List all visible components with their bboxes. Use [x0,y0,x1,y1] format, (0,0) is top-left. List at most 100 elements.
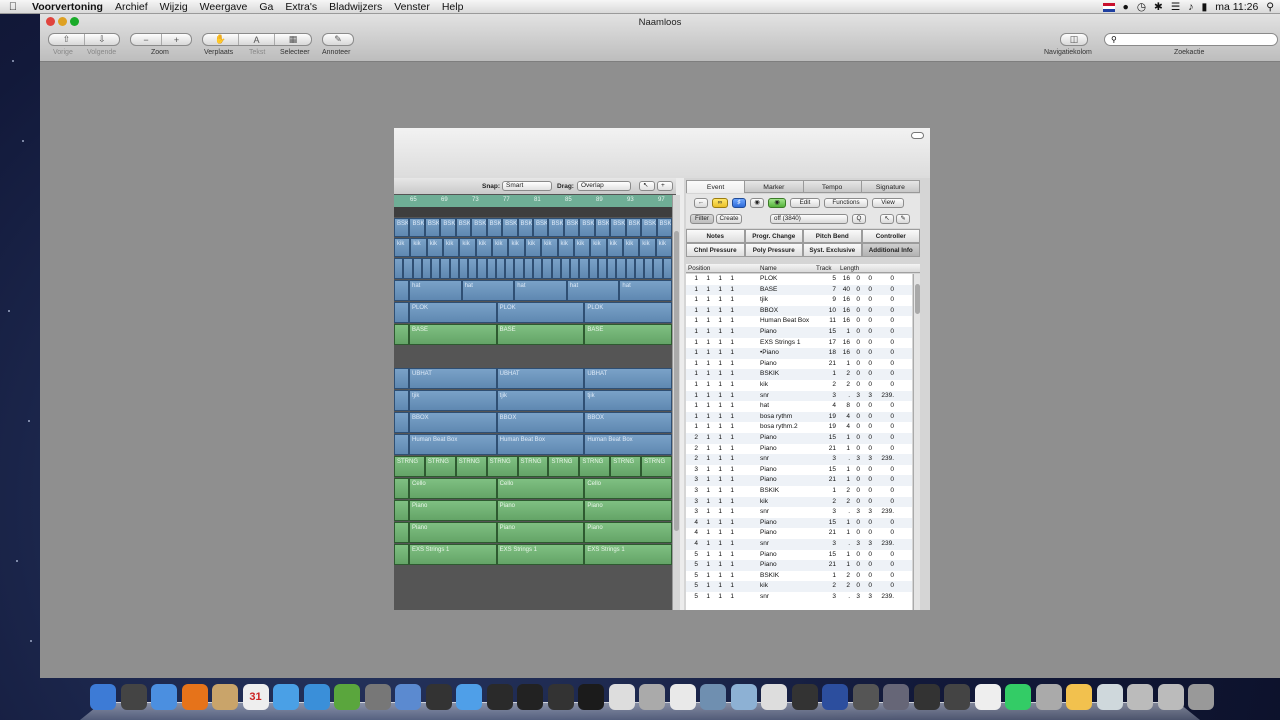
itunes-icon[interactable] [273,684,299,710]
region-piano[interactable]: Piano [496,500,585,521]
search-field[interactable]: ⚲ [1104,33,1278,46]
region-hat[interactable]: hat [566,280,620,301]
pointer-tool-icon[interactable]: ↖ [880,214,894,224]
region-bskik[interactable]: BSK [641,218,657,237]
region-exs[interactable]: EXS Strings 1 [409,544,497,565]
region-hat[interactable]: hat [461,280,515,301]
region-kik[interactable]: kik [443,238,460,257]
region-bskik[interactable]: BSK [394,218,410,237]
bar-ruler[interactable]: 65 69 73 77 81 85 89 93 97 [394,195,672,207]
region-bskik[interactable]: BSK [424,218,441,237]
region-exs[interactable]: EXS Strings 1 [496,544,585,565]
event-row[interactable]: 1 1 1 1 bosa rythm.2 19 4 0 0 0 [686,422,912,433]
event-row[interactable]: 5 1 1 1 BSKIK 1 2 0 0 0 [686,571,912,582]
finder-icon[interactable] [90,684,116,710]
quantize-button[interactable]: Q [852,214,866,224]
region-piano2-lead[interactable] [394,522,409,543]
region-ubhat[interactable]: UBHAT [409,368,497,389]
region-base[interactable]: BASE [584,324,672,345]
pencil-tool-icon[interactable]: ✎ [896,214,910,224]
filter-syst-exclusive[interactable]: Syst. Exclusive [803,243,862,257]
event-row[interactable]: 1 1 1 1 •Piano 18 16 0 0 0 [686,348,912,359]
region-snr[interactable] [403,258,413,279]
capture-icon[interactable]: ◉ [768,198,786,208]
region-kik[interactable]: kik [573,238,591,257]
waveform-icon[interactable] [791,684,818,710]
region-strng[interactable]: STRNG [579,456,611,477]
region-kik[interactable]: kik [410,238,427,257]
region-kik[interactable]: kik [426,238,444,257]
region-hat[interactable]: hat [409,280,462,301]
region-bskik[interactable]: BSK [625,218,642,237]
region-kik[interactable]: kik [557,238,574,257]
region-piano[interactable]: Piano [584,500,672,521]
menu-ga[interactable]: Ga [253,1,279,13]
region-kik[interactable]: kik [508,238,525,257]
event-scroll-thumb[interactable] [915,284,920,314]
garageband-icon[interactable] [334,684,360,710]
region-hbb[interactable]: Human Beat Box [496,434,585,455]
drive-icon[interactable] [1035,684,1062,710]
terminal-icon[interactable] [517,684,543,710]
event-row[interactable]: 1 1 1 1 kik 2 2 0 0 0 [686,380,912,391]
zoom-in-button[interactable]: + [162,34,191,45]
event-row[interactable]: 5 1 1 1 kik 2 2 0 0 0 [686,581,912,592]
event-row[interactable]: 3 1 1 1 kik 2 2 0 0 0 [686,496,912,508]
menu-archief[interactable]: Archief [109,1,154,13]
bluetooth-icon[interactable]: ✱ [1154,1,1163,13]
menu-wijzig[interactable]: Wijzig [154,1,194,13]
event-row[interactable]: 4 1 1 1 snr 3. 3 3 239. [686,539,912,550]
region-bskik[interactable]: BSK [409,218,425,237]
trash-icon[interactable] [1188,684,1214,710]
region-ubhat[interactable]: UBHAT [584,368,672,389]
event-row[interactable]: 1 1 1 1 Human Beat Box 11 16 0 0 0 [686,316,912,327]
region-plok-lead[interactable] [394,302,409,323]
image-capture-icon[interactable] [364,684,391,710]
region-bskik[interactable]: BSK [502,218,518,237]
region-bskik[interactable]: BSK [563,218,580,237]
preview-icon[interactable] [212,684,238,710]
menu-help[interactable]: Help [436,1,470,13]
event-row[interactable]: 4 1 1 1 Piano 21 1 0 0 0 [686,528,912,539]
back-icon[interactable]: ← [694,198,708,208]
region-snr[interactable] [644,258,654,279]
region-hat[interactable]: hat [514,280,567,301]
region-snr[interactable] [523,258,533,279]
region-strng[interactable]: STRNG [641,456,672,477]
zoom-out-button[interactable]: − [131,34,162,45]
region-snr[interactable] [505,258,515,279]
region-snr[interactable] [449,258,459,279]
sync-icon[interactable]: ● [1123,1,1129,13]
text-tool-button[interactable]: A [239,34,275,45]
region-bbox[interactable]: BBOX [409,412,497,433]
region-snr[interactable] [588,258,598,279]
event-row[interactable]: 1 1 1 1 BBOX 10 16 0 0 0 [686,305,912,317]
region-snr[interactable] [597,258,608,279]
event-row[interactable]: 1 1 1 1 PLOK 5 16 0 0 0 [686,274,912,285]
drag-select[interactable]: Overlap [577,181,631,191]
wifi-icon[interactable]: ☰ [1171,1,1180,13]
event-row[interactable]: 3 1 1 1 snr 3. 3 3 239. [686,507,912,518]
utility-icon[interactable] [608,684,635,710]
event-row[interactable]: 3 1 1 1 BSKIK 1 2 0 0 0 [686,486,912,497]
menu-app-name[interactable]: Voorvertoning [26,1,109,13]
tab-tempo[interactable]: Tempo [803,180,862,193]
region-exs[interactable]: EXS Strings 1 [584,544,672,565]
next-button[interactable]: ⇩ [85,34,119,45]
pen-icon[interactable] [1005,684,1031,710]
region-bskik[interactable]: BSK [471,218,487,237]
region-snr[interactable] [421,258,432,279]
link-icon[interactable]: ∞ [712,198,728,208]
region-snr[interactable] [533,258,543,279]
tab-marker[interactable]: Marker [745,180,804,193]
filter-pitch-bend[interactable]: Pitch Bend [803,229,862,243]
browser-icon[interactable] [1096,684,1123,710]
region-bskik[interactable]: BSK [656,218,672,237]
event-row[interactable]: 1 1 1 1 snr 3. 3 3 239. [686,390,912,402]
event-row[interactable]: 5 1 1 1 Piano 21 1 0 0 0 [686,560,912,571]
crosshair-tool-button[interactable]: + [657,181,673,191]
region-tjik-lead[interactable] [394,390,409,411]
region-hbb[interactable]: Human Beat Box [584,434,672,455]
region-bskik[interactable]: BSK [440,218,456,237]
camera2-icon[interactable] [944,684,970,710]
